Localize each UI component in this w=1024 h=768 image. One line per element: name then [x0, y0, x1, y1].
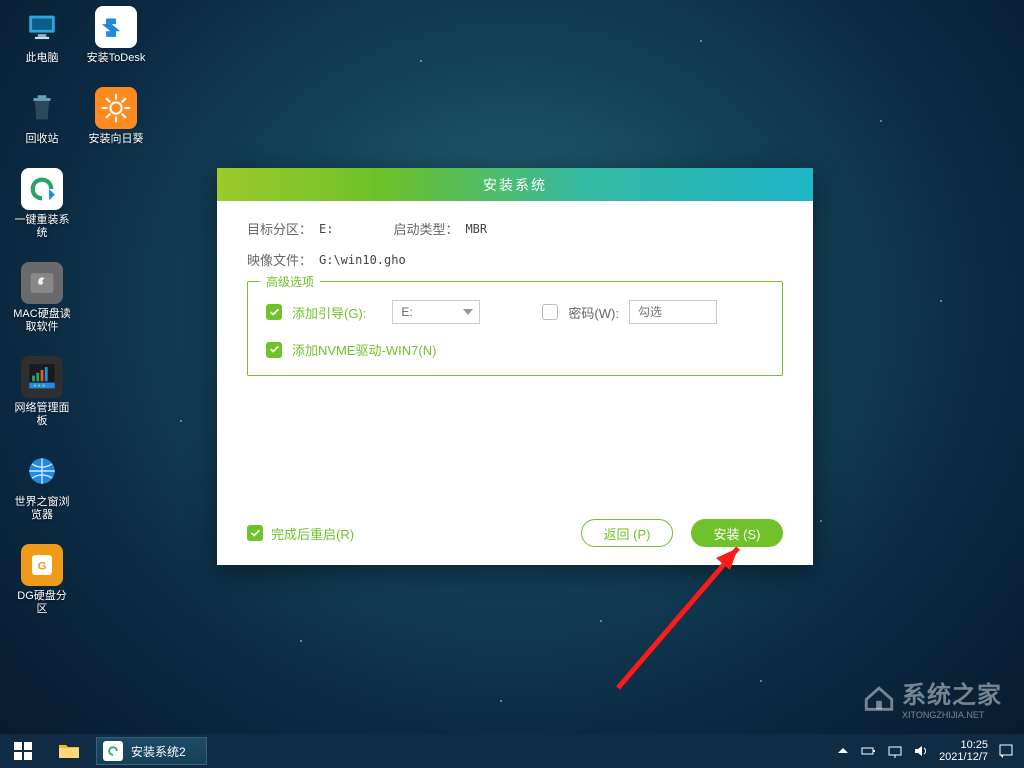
icon-label: MAC硬盘读取软件	[12, 308, 72, 334]
desktop-icon-one-click-reinstall[interactable]: 一键重装系统	[12, 168, 72, 240]
clock-date: 2021/12/7	[939, 751, 988, 763]
password-label: 密码(W):	[568, 303, 619, 322]
add-nvme-label: 添加NVME驱动-WIN7(N)	[292, 340, 436, 359]
dialog-body: 目标分区： E: 启动类型： MBR 映像文件： G:\win10.gho 高级…	[217, 201, 813, 565]
watermark: 系统之家 XITONGZHIJIA.NET	[862, 675, 1002, 720]
system-tray: 10:25 2021/12/7	[835, 739, 1024, 763]
desktop-icon-recycle-bin[interactable]: 回收站	[12, 87, 72, 146]
file-explorer-button[interactable]	[46, 734, 92, 768]
app-icon	[103, 741, 123, 761]
network-panel-icon	[21, 356, 63, 398]
sunlogin-icon	[95, 87, 137, 129]
start-button[interactable]	[0, 734, 46, 768]
dialog-footer: 完成后重启(R) 返回 (P) 安装 (S)	[247, 519, 783, 547]
password-input[interactable]	[629, 300, 717, 324]
add-boot-label: 添加引导(G):	[292, 303, 366, 322]
desktop-icon-theworld-browser[interactable]: 世界之窗浏览器	[12, 450, 72, 522]
network-icon[interactable]	[887, 743, 903, 759]
trash-icon	[21, 87, 63, 129]
add-boot-checkbox[interactable]	[266, 304, 282, 320]
taskbar: 安装系统2 10:25 2021/12/7	[0, 734, 1024, 768]
folder-icon	[58, 742, 80, 760]
desktop-icon-diskgenius[interactable]: G DG硬盘分区	[12, 544, 72, 616]
volume-icon[interactable]	[913, 743, 929, 759]
icon-label: 安装向日葵	[89, 133, 144, 146]
password-checkbox[interactable]	[542, 304, 558, 320]
diskgenius-icon: G	[21, 544, 63, 586]
target-partition-value: E:	[319, 222, 333, 236]
icon-label: 回收站	[26, 133, 59, 146]
restart-after-label: 完成后重启(R)	[271, 524, 354, 543]
back-button[interactable]: 返回 (P)	[581, 519, 673, 547]
icon-label: 此电脑	[26, 52, 59, 65]
dialog-title: 安装系统	[483, 175, 547, 195]
desktop: 此电脑 安装ToDesk 回收站 安装向日葵 一键重装系统 MAC硬盘读取软件	[0, 0, 1024, 768]
image-file-label: 映像文件：	[247, 250, 319, 269]
watermark-text: 系统之家	[902, 675, 1002, 710]
mac-disk-icon	[21, 262, 63, 304]
add-boot-select-value: E:	[401, 305, 412, 319]
add-nvme-checkbox[interactable]	[266, 342, 282, 358]
icon-label: 安装ToDesk	[87, 52, 146, 65]
install-button[interactable]: 安装 (S)	[691, 519, 783, 547]
desktop-icons: 此电脑 安装ToDesk 回收站 安装向日葵 一键重装系统 MAC硬盘读取软件	[12, 6, 152, 638]
notifications-icon[interactable]	[998, 743, 1014, 759]
boot-type-label: 启动类型：	[393, 219, 465, 238]
tray-up-icon[interactable]	[835, 743, 851, 759]
svg-text:G: G	[38, 560, 47, 572]
desktop-icon-network-panel[interactable]: 网络管理面板	[12, 356, 72, 428]
icon-label: 网络管理面板	[12, 402, 72, 428]
restart-after-checkbox[interactable]	[247, 525, 263, 541]
desktop-icon-this-pc[interactable]: 此电脑	[12, 6, 72, 65]
image-file-value: G:\win10.gho	[319, 253, 406, 267]
monitor-icon	[21, 6, 63, 48]
target-partition-label: 目标分区：	[247, 219, 319, 238]
reinstall-icon	[21, 168, 63, 210]
install-system-dialog: 安装系统 目标分区： E: 启动类型： MBR 映像文件： G:\win10.g…	[217, 168, 813, 565]
add-boot-select[interactable]: E:	[392, 300, 480, 324]
globe-icon	[21, 450, 63, 492]
watermark-sub: XITONGZHIJIA.NET	[902, 710, 1002, 720]
dialog-titlebar[interactable]: 安装系统	[217, 168, 813, 201]
clock[interactable]: 10:25 2021/12/7	[939, 739, 988, 763]
icon-label: DG硬盘分区	[12, 590, 72, 616]
icon-label: 世界之窗浏览器	[12, 496, 72, 522]
windows-icon	[14, 742, 32, 760]
boot-type-value: MBR	[465, 222, 487, 236]
desktop-icon-install-todesk[interactable]: 安装ToDesk	[86, 6, 146, 65]
clock-time: 10:25	[939, 739, 988, 751]
battery-icon[interactable]	[861, 743, 877, 759]
chevron-down-icon	[463, 309, 473, 315]
house-icon	[862, 681, 896, 715]
todesk-icon	[95, 6, 137, 48]
desktop-icon-mac-disk-reader[interactable]: MAC硬盘读取软件	[12, 262, 72, 334]
advanced-legend: 高级选项	[260, 273, 320, 290]
desktop-icon-install-sunlogin[interactable]: 安装向日葵	[86, 87, 146, 146]
advanced-options-fieldset: 高级选项 添加引导(G): E: 密码(W): 添加NVME驱动-WIN7(N	[247, 281, 783, 376]
icon-label: 一键重装系统	[12, 214, 72, 240]
taskbar-active-app[interactable]: 安装系统2	[96, 737, 207, 765]
taskbar-app-label: 安装系统2	[131, 743, 186, 760]
